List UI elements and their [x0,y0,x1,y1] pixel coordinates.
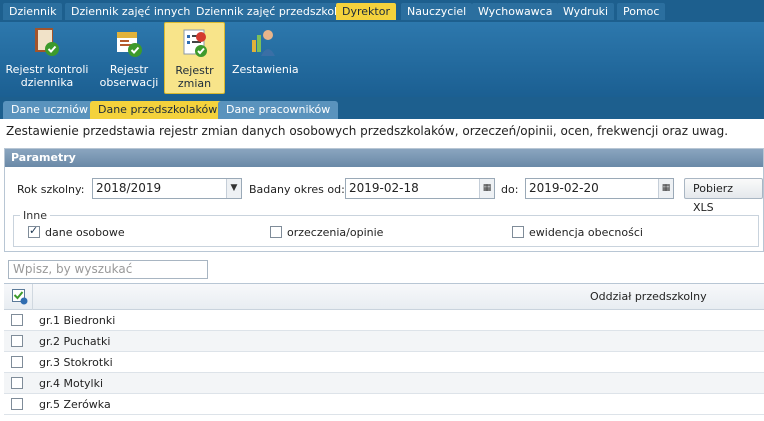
rejestr-zmian-button[interactable]: Rejestr zmian [164,22,225,94]
table-row[interactable]: gr.5 Zerówka [4,394,764,415]
dane-osobowe-label: dane osobowe [45,226,125,239]
row-label: gr.3 Stokrotki [39,356,113,369]
inne-group: Inne dane osobowe orzeczenia/opinie ewid… [13,209,759,247]
rejestr-obserwacji-label: Rejestr obserwacji [99,63,159,89]
menu-dziennik-zajec-przedszkola[interactable]: Dziennik zajęć przedszkola [190,3,350,20]
tab-dane-pracownikow[interactable]: Dane pracowników [218,101,339,119]
okres-od-value: 2019-02-18 [349,181,419,195]
grid-header: Oddział przedszkolny [4,284,764,310]
table-row[interactable]: gr.4 Motylki [4,373,764,394]
zestawienia-label: Zestawienia [232,63,299,76]
menu-nauczyciel[interactable]: Nauczyciel [401,3,473,20]
row-checkbox[interactable] [11,377,23,389]
row-checkbox[interactable] [11,335,23,347]
tab-dane-uczniow[interactable]: Dane uczniów [3,101,96,119]
select-all-icon[interactable] [12,289,28,305]
table-row[interactable]: gr.1 Biedronki [4,310,764,331]
rejestr-obserwacji-button[interactable]: Rejestr obserwacji [98,22,160,94]
menu-wychowawca[interactable]: Wychowawca [472,3,559,20]
menu-wydruki[interactable]: Wydruki [557,3,615,20]
data-tabs: Dane uczniów Dane przedszkolaków Dane pr… [0,97,764,119]
row-checkbox[interactable] [11,356,23,368]
okres-od-label: Badany okres od: [249,183,345,196]
top-menu: Dziennik Dziennik zajęć innych Dziennik … [0,0,764,24]
menu-dyrektor[interactable]: Dyrektor [336,3,396,20]
row-label: gr.5 Zerówka [39,398,111,411]
okres-do-field[interactable]: 2019-02-20 ▦ [525,178,674,199]
menu-dziennik[interactable]: Dziennik [3,3,63,20]
ribbon-toolbar: Rejestr kontroli dziennika Rejestr obser… [0,22,764,97]
table-row[interactable]: gr.2 Puchatki [4,331,764,352]
row-label: gr.1 Biedronki [39,314,116,327]
column-oddzial-header[interactable]: Oddział przedszkolny [590,290,707,303]
table-row[interactable]: gr.3 Stokrotki [4,352,764,373]
okres-do-value: 2019-02-20 [529,181,599,195]
okres-do-label: do: [501,183,519,196]
page-description: Zestawienie przedstawia rejestr zmian da… [6,124,729,138]
rejestr-kontroli-button[interactable]: Rejestr kontroli dziennika [4,22,90,94]
report-check-icon [117,32,142,57]
dane-osobowe-checkbox[interactable] [28,224,40,238]
rok-szkolny-value: 2018/2019 [96,181,162,195]
row-checkbox[interactable] [11,314,23,326]
ewidencja-checkbox[interactable] [512,226,524,238]
row-checkbox[interactable] [11,398,23,410]
journal-check-icon [35,28,59,56]
menu-pomoc[interactable]: Pomoc [617,3,666,20]
row-label: gr.2 Puchatki [39,335,111,348]
zestawienia-button[interactable]: Zestawienia [232,22,299,94]
orzeczenia-checkbox[interactable] [270,226,282,238]
ewidencja-label: ewidencja obecności [529,226,643,239]
rejestr-kontroli-label: Rejestr kontroli dziennika [5,63,89,89]
calendar-icon[interactable]: ▦ [658,179,673,198]
oddzialy-grid: Oddział przedszkolny gr.1 Biedronki gr.2… [4,283,764,417]
search-input[interactable]: Wpisz, by wyszukać [8,260,208,279]
pobierz-xls-button[interactable]: Pobierz XLS [684,178,763,214]
rok-szkolny-select[interactable]: 2018/2019 ▼ [92,178,242,199]
rejestr-zmian-label: Rejestr zmian [175,64,214,90]
rok-szkolny-label: Rok szkolny: [17,183,85,196]
chevron-down-icon[interactable]: ▼ [226,179,241,198]
calendar-icon[interactable]: ▦ [479,179,494,198]
parameters-panel: Parametry Rok szkolny: 2018/2019 ▼ Badan… [4,148,764,252]
row-label: gr.4 Motylki [39,377,104,390]
okres-od-field[interactable]: 2019-02-18 ▦ [345,178,495,199]
header-divider [32,284,33,310]
parameters-title: Parametry [5,149,763,167]
tab-dane-przedszkolakow[interactable]: Dane przedszkolaków [90,101,226,119]
list-changes-icon [183,29,207,57]
inne-legend: Inne [20,209,50,222]
person-chart-icon [252,30,275,56]
menu-dziennik-zajec-innych[interactable]: Dziennik zajęć innych [65,3,197,20]
orzeczenia-label: orzeczenia/opinie [287,226,384,239]
